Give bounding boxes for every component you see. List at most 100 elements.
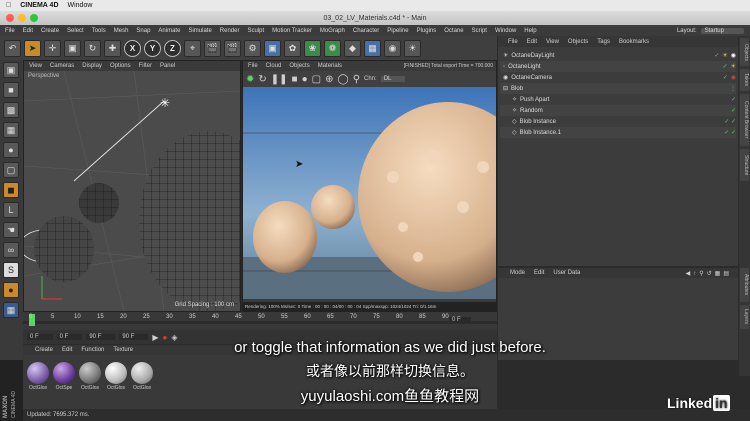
tab-attributes[interactable]: Attributes [740,268,749,302]
am-nav-icons[interactable]: ◀↑⚲↺▦▤ [686,270,732,277]
make-editable-icon[interactable]: ▣ [3,62,19,78]
menu-animate[interactable]: Animate [158,28,180,34]
tab-takes[interactable]: Takes [740,69,749,91]
material-swatch[interactable] [53,362,75,384]
octane-menu-materials[interactable]: Materials [318,63,342,69]
viewport-menu-cameras[interactable]: Cameras [50,63,74,69]
solo-icon[interactable]: S [3,262,19,278]
floor-icon[interactable]: ▦ [364,39,381,57]
octane-region-icon[interactable]: ▢ [312,74,321,85]
octane-pick-material-icon[interactable]: ◯ [337,74,348,85]
undo-icon[interactable]: ↶ [4,39,21,57]
render-view-icon[interactable]: 🎬 [204,39,221,57]
polygons-mode-icon[interactable]: ◼ [3,182,19,198]
minimize-window-button[interactable] [18,14,26,22]
octane-menu-objects[interactable]: Objects [289,63,309,69]
octane-render-image[interactable]: ➤ [243,87,496,299]
object-row[interactable]: ⊟ Blob ⋮ [500,83,736,94]
apple-icon[interactable]:  [6,2,11,9]
am-menu-edit[interactable]: Edit [534,270,544,276]
tab-structure[interactable]: Structure [740,149,749,181]
deformer-icon[interactable]: ◆ [344,39,361,57]
tweak-mode-icon[interactable]: ☚ [3,222,19,238]
visibility-check-icon[interactable]: ✓ ✓ [724,118,736,125]
octane-send-scene-icon[interactable]: ✹ [246,74,254,85]
close-window-button[interactable] [6,14,14,22]
menu-motion-tracker[interactable]: Motion Tracker [272,28,312,34]
lock-workplane-icon[interactable]: ▦ [3,302,19,318]
rotate-tool-icon[interactable]: ↻ [84,39,101,57]
menu-script[interactable]: Script [472,28,487,34]
cube-primitive-icon[interactable]: ▣ [264,39,281,57]
channel-dropdown[interactable]: DL [380,76,406,82]
menu-mesh[interactable]: Mesh [114,28,129,34]
move-tool-icon[interactable]: ✛ [44,39,61,57]
menu-render[interactable]: Render [220,28,240,34]
om-menu-objects[interactable]: Objects [568,39,588,45]
octane-stop-icon[interactable]: ■ [292,74,298,85]
tab-layers[interactable]: Layers [740,305,749,329]
snap-icon[interactable]: ∞ [3,242,19,258]
visibility-check-icon[interactable]: ✓ [731,96,736,103]
menu-tools[interactable]: Tools [92,28,106,34]
select-tool-icon[interactable]: ➤ [24,39,41,57]
menu-edit[interactable]: Edit [23,28,33,34]
object-row[interactable]: ◇ Blob Instance.1 ✓ ✓ [500,127,736,138]
z-axis-icon[interactable]: Z [164,39,181,57]
om-menu-file[interactable]: File [508,39,518,45]
menu-window[interactable]: Window [495,28,516,34]
menu-select[interactable]: Select [67,28,84,34]
points-mode-icon[interactable]: ● [3,142,19,158]
model-mode-icon[interactable]: ■ [3,82,19,98]
sculpt-icon[interactable]: ● [3,282,19,298]
app-name[interactable]: CINEMA 4D [20,2,58,9]
render-settings-icon[interactable]: ⚙ [244,39,261,57]
octane-restart-icon[interactable]: ↻ [258,74,266,85]
octane-pause-icon[interactable]: ❚❚ [271,74,288,85]
object-row[interactable]: ☀ OctaneDayLight ✓ ☀ ◉ [500,50,736,61]
viewport-menu-options[interactable]: Options [110,63,131,69]
camera-icon[interactable]: ◉ [384,39,401,57]
perspective-viewport[interactable]: View Cameras Display Options Filter Pane… [23,60,241,312]
object-row[interactable]: ◇ Blob Instance ✓ ✓ [500,116,736,127]
menu-snap[interactable]: Snap [136,28,150,34]
mac-menu-window[interactable]: Window [68,2,93,9]
layout-dropdown[interactable]: Startup [700,27,744,34]
menu-character[interactable]: Character [353,28,379,34]
light-icon[interactable]: ☀ [404,39,421,57]
scale-tool-icon[interactable]: ▣ [64,39,81,57]
edges-mode-icon[interactable]: ▢ [3,162,19,178]
viewport-menu-panel[interactable]: Panel [160,63,175,69]
octane-menu-file[interactable]: File [248,63,258,69]
mm-menu-edit[interactable]: Edit [62,347,72,353]
axis-mode-icon[interactable]: L [3,202,19,218]
timeline[interactable]: 0 5 10 15 20 25 30 35 40 45 50 55 60 65 … [23,312,497,330]
octane-lock-icon[interactable]: ● [302,74,308,85]
menu-pipeline[interactable]: Pipeline [387,28,408,34]
texture-mode-icon[interactable]: ▩ [3,102,19,118]
viewport-menu-display[interactable]: Display [82,63,102,69]
mm-menu-create[interactable]: Create [35,347,53,353]
coordinate-system-icon[interactable]: ⌖ [184,39,201,57]
visibility-check-icon[interactable]: ⋮ [730,85,736,92]
visibility-check-icon[interactable]: ✓ ☀ ◉ [714,52,736,59]
octane-pick-focus-icon[interactable]: ⊕ [325,74,333,85]
menu-octane[interactable]: Octane [444,28,463,34]
object-row[interactable]: ✧ Random ✓ [500,105,736,116]
expand-icon[interactable]: ⊟ [503,85,508,92]
current-frame-field[interactable]: 0 F [449,317,471,323]
am-menu-user-data[interactable]: User Data [553,270,580,276]
octane-pin-icon[interactable]: ⚲ [353,74,360,85]
y-axis-icon[interactable]: Y [144,39,161,57]
visibility-check-icon[interactable]: ✓ ☀ [723,63,736,70]
visibility-check-icon[interactable]: ✓ ◉ [723,74,736,81]
menu-help[interactable]: Help [524,28,536,34]
menu-plugins[interactable]: Plugins [417,28,437,34]
x-axis-icon[interactable]: X [124,39,141,57]
subdivision-icon[interactable]: ❀ [304,39,321,57]
om-menu-bookmarks[interactable]: Bookmarks [619,39,649,45]
om-menu-edit[interactable]: Edit [527,39,537,45]
visibility-check-icon[interactable]: ✓ ✓ [724,129,736,136]
object-row[interactable]: ◦ OctaneLight ✓ ☀ [500,61,736,72]
menu-create[interactable]: Create [41,28,59,34]
